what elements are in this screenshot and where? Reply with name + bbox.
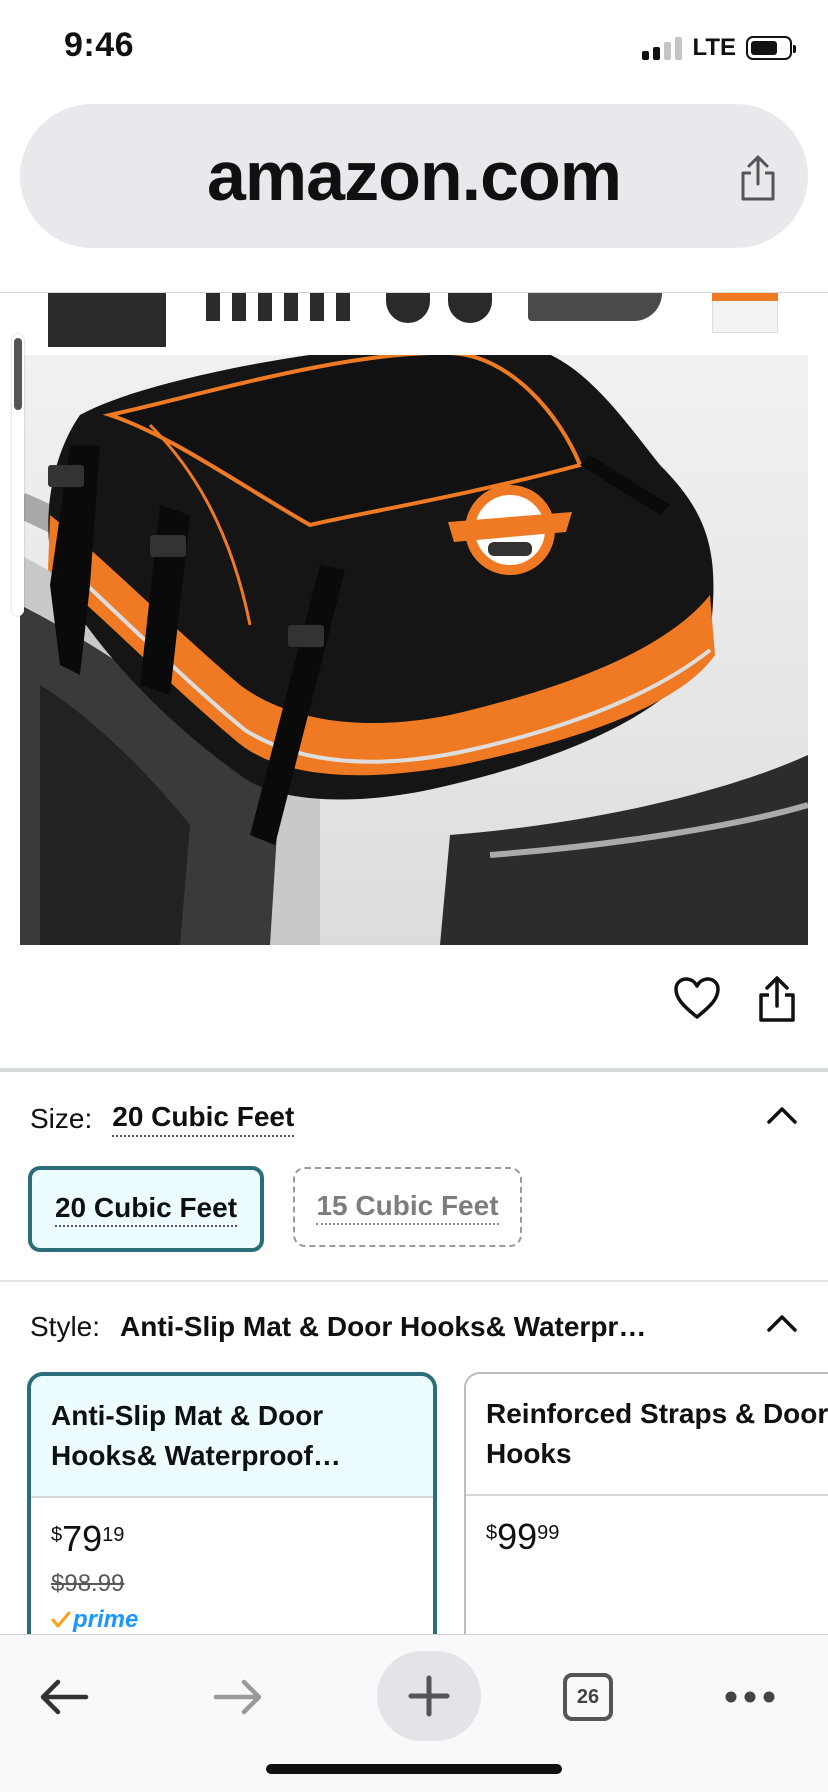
heart-icon[interactable] bbox=[672, 974, 722, 1024]
share-icon[interactable] bbox=[736, 154, 780, 202]
price: $ 79 19 bbox=[51, 1520, 413, 1558]
price-whole: 99 bbox=[497, 1516, 538, 1557]
section-divider bbox=[0, 1068, 828, 1072]
plus-icon bbox=[408, 1675, 450, 1717]
image-actions bbox=[0, 960, 828, 1040]
roof-bag-illustration bbox=[20, 355, 808, 945]
status-time: 9:46 bbox=[64, 26, 135, 64]
style-selected-value: Anti-Slip Mat & Door Hooks& Waterpr… bbox=[120, 1311, 647, 1342]
scroll-indicator[interactable] bbox=[12, 334, 24, 616]
size-label: Size: bbox=[30, 1103, 93, 1134]
accessory-image-strip bbox=[0, 293, 828, 355]
price-fraction: 99 bbox=[537, 1522, 560, 1544]
forward-button[interactable] bbox=[206, 1665, 270, 1729]
address-bar[interactable]: amazon.com bbox=[20, 104, 808, 248]
network-label: LTE bbox=[692, 34, 736, 61]
prime-label: prime bbox=[73, 1606, 139, 1633]
price-symbol: $ bbox=[51, 1524, 63, 1546]
price-symbol: $ bbox=[486, 1522, 498, 1544]
prime-badge: prime bbox=[51, 1606, 413, 1634]
price-whole: 79 bbox=[62, 1518, 103, 1559]
style-option-card[interactable]: Reinforced Straps & Door Hooks $ 99 99 bbox=[464, 1372, 828, 1672]
share-icon[interactable] bbox=[752, 974, 802, 1024]
style-label: Style: bbox=[30, 1311, 101, 1342]
home-indicator[interactable] bbox=[266, 1764, 562, 1774]
battery-icon bbox=[746, 36, 796, 60]
more-button[interactable] bbox=[718, 1665, 782, 1729]
status-indicators: LTE bbox=[642, 34, 796, 62]
size-option-label: 15 Cubic Feet bbox=[316, 1190, 499, 1225]
prime-check-icon bbox=[51, 1611, 71, 1628]
status-bar: 9:46 LTE bbox=[0, 0, 828, 100]
section-divider bbox=[0, 1280, 828, 1282]
new-tab-button[interactable] bbox=[377, 1651, 481, 1741]
size-option-15[interactable]: 15 Cubic Feet bbox=[293, 1167, 522, 1247]
chevron-up-icon[interactable] bbox=[764, 1100, 800, 1128]
list-price: $98.99 bbox=[51, 1570, 125, 1597]
tab-count: 26 bbox=[563, 1673, 613, 1721]
style-option-title: Reinforced Straps & Door Hooks bbox=[466, 1374, 828, 1496]
back-arrow-icon bbox=[40, 1679, 89, 1715]
signal-icon bbox=[642, 36, 683, 60]
chevron-up-icon[interactable] bbox=[764, 1308, 800, 1336]
size-selected-value: 20 Cubic Feet bbox=[112, 1101, 295, 1137]
url-text[interactable]: amazon.com bbox=[20, 136, 808, 216]
style-option-card[interactable]: Anti-Slip Mat & Door Hooks& Waterproof… … bbox=[27, 1372, 437, 1672]
product-image[interactable] bbox=[20, 355, 808, 945]
more-icon bbox=[725, 1691, 775, 1703]
price: $ 99 99 bbox=[486, 1518, 828, 1556]
style-option-title: Anti-Slip Mat & Door Hooks& Waterproof… bbox=[31, 1376, 433, 1498]
size-option-label: 20 Cubic Feet bbox=[54, 1192, 238, 1227]
price-fraction: 19 bbox=[102, 1524, 125, 1546]
style-selector-header[interactable]: Style: Anti-Slip Mat & Door Hooks& Water… bbox=[30, 1302, 800, 1352]
tabs-button[interactable]: 26 bbox=[556, 1665, 620, 1729]
size-option-20[interactable]: 20 Cubic Feet bbox=[28, 1166, 264, 1252]
back-button[interactable] bbox=[32, 1665, 96, 1729]
forward-arrow-icon bbox=[213, 1679, 262, 1715]
size-selector-header[interactable]: Size: 20 Cubic Feet bbox=[30, 1094, 800, 1144]
